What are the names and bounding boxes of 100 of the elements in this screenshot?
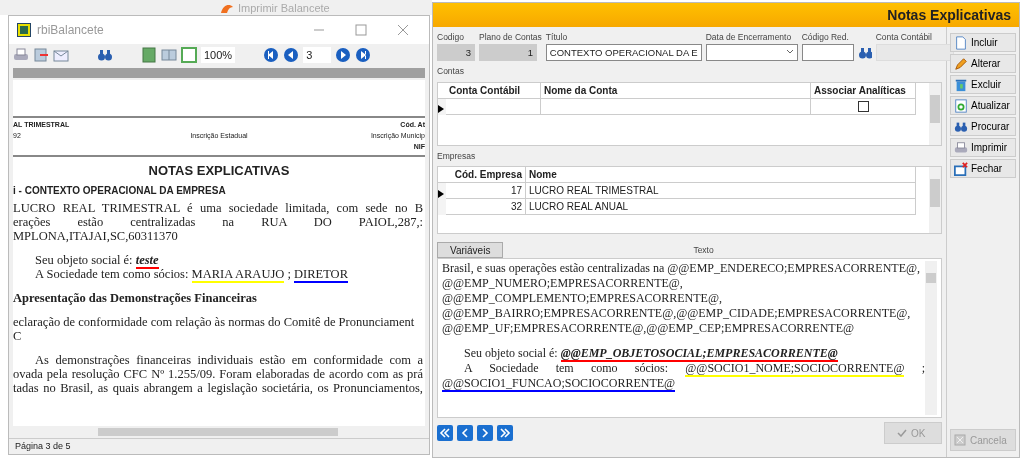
row-indicator[interactable] bbox=[438, 183, 446, 200]
toolbar-button[interactable]: Atualizar bbox=[950, 96, 1016, 115]
table-cell[interactable] bbox=[446, 98, 541, 115]
vertical-scrollbar[interactable] bbox=[925, 261, 937, 416]
report-text: LUCRO REAL TRIMESTRAL é uma sociedade limitada, com sede no B bbox=[13, 200, 423, 215]
column-header: Conta Contábil bbox=[446, 82, 541, 99]
input-field[interactable]: CONTEXTO OPERACIONAL DA E bbox=[545, 43, 702, 61]
window-title: Imprimir Balancete bbox=[238, 0, 330, 15]
toolbar-button[interactable]: Fechar bbox=[950, 159, 1016, 178]
table-cell: 17 bbox=[446, 183, 526, 200]
checkbox[interactable] bbox=[857, 100, 869, 112]
date-dropdown[interactable] bbox=[705, 43, 798, 61]
toolbar-button[interactable]: Alterar bbox=[950, 54, 1016, 73]
column-header: Cód. Empresa bbox=[446, 167, 526, 184]
underlined-text: MARIA ARAUJO bbox=[191, 266, 285, 283]
page-field[interactable]: 3 bbox=[303, 46, 332, 64]
field-label: Código Red. bbox=[801, 31, 850, 44]
toolbar-button[interactable]: Procurar bbox=[950, 117, 1016, 136]
input-field: 3 bbox=[437, 43, 475, 61]
report-text: tadas no Brasil, as quais abrangem a legislação societária, os Pronunciamentos, bbox=[13, 380, 423, 395]
toolbar-button[interactable]: Incluir bbox=[950, 33, 1016, 52]
underlined-text: @@SOCIO1_NOME;SOCIOCORRENTE@ bbox=[685, 361, 905, 378]
bin-icon bbox=[954, 77, 968, 92]
column-header: Nome da Conta bbox=[541, 82, 811, 99]
input-field[interactable] bbox=[801, 43, 854, 61]
report-text: erações estão centralizadas na RUA DO PAIOL,287,: bbox=[13, 214, 423, 229]
report-text: As demonstrações financeiras individuais estão em conformidade com a bbox=[34, 352, 423, 367]
refresh-icon bbox=[954, 98, 968, 113]
underlined-text: @@EMP_OBJETOSOCIAL;EMPRESACORRENTE@ bbox=[560, 346, 838, 363]
table-cell: LUCRO REAL ANUAL bbox=[526, 199, 916, 216]
close-window-icon bbox=[954, 161, 968, 176]
status-text: Página 3 de 5 bbox=[9, 438, 429, 454]
table-cell[interactable] bbox=[541, 98, 811, 115]
underlined-text: teste bbox=[135, 252, 159, 269]
report-heading: NOTAS EXPLICATIVAS bbox=[147, 162, 291, 180]
page-width-icon[interactable] bbox=[181, 47, 197, 63]
column-header: Associar Analíticas bbox=[811, 82, 916, 99]
search-icon[interactable] bbox=[857, 45, 872, 60]
toolbar-button[interactable]: Excluir bbox=[950, 75, 1016, 94]
checkmark-icon bbox=[897, 429, 907, 438]
field-label: Codigo bbox=[437, 31, 465, 44]
editor-text: @@EMP_UF;EMPRESACORRENTE@,@@EMP_CEP;EMPRESACORRENTE@ bbox=[442, 321, 856, 337]
app-icon bbox=[17, 23, 31, 37]
export-icon[interactable] bbox=[33, 47, 49, 63]
field-label: Data de Encerramento bbox=[705, 31, 793, 44]
section-label: Empresas bbox=[437, 149, 477, 163]
previous-record-button[interactable] bbox=[457, 425, 473, 442]
single-page-icon[interactable] bbox=[141, 47, 157, 63]
section-label: Texto bbox=[693, 243, 714, 257]
window-title: Notas Explicativas bbox=[433, 3, 1019, 27]
next-page-button[interactable] bbox=[335, 47, 352, 63]
input-field: 1 bbox=[479, 43, 537, 61]
text-editor[interactable] bbox=[437, 258, 942, 419]
underlined-text: @@SOCIO1_FUNCAO;SOCIOCORRENTE@ bbox=[442, 376, 676, 393]
next-record-button[interactable] bbox=[477, 425, 493, 442]
first-record-button[interactable] bbox=[437, 425, 453, 442]
field-label: Plano de Contas bbox=[479, 31, 542, 44]
first-page-button[interactable] bbox=[263, 47, 280, 63]
editor-text: Seu objeto social é: bbox=[464, 346, 559, 361]
vertical-scrollbar[interactable] bbox=[929, 82, 941, 145]
column-header: Nome bbox=[526, 167, 916, 184]
document-icon bbox=[954, 35, 968, 50]
pencil-icon bbox=[954, 56, 968, 71]
report-text: eclaração de conformidade com relação às normas do Comitê de Pronunciament bbox=[13, 314, 416, 329]
variables-button[interactable]: Variáveis bbox=[437, 242, 504, 259]
print-icon[interactable] bbox=[13, 47, 29, 63]
row-indicator[interactable] bbox=[438, 98, 446, 115]
report-text: C bbox=[13, 328, 22, 343]
last-page-button[interactable] bbox=[355, 47, 372, 63]
report-text: MPLONA,ITAJAI,SC,60311370 bbox=[13, 228, 179, 243]
editor-text: @@EMP_COMPLEMENTO;EMPRESACORRENTE@, bbox=[442, 291, 723, 307]
table-cell: LUCRO REAL TRIMESTRAL bbox=[526, 183, 916, 200]
vertical-scrollbar[interactable] bbox=[929, 167, 941, 234]
report-text: A Sociedade tem como sócios: bbox=[35, 266, 190, 281]
chevron-down-icon bbox=[785, 49, 794, 56]
two-pages-icon[interactable] bbox=[161, 47, 177, 63]
envelope-icon[interactable] bbox=[53, 47, 69, 63]
previous-page-button[interactable] bbox=[283, 47, 300, 63]
table-cell: 32 bbox=[446, 199, 526, 216]
editor-text: ; bbox=[920, 361, 925, 376]
report-text: ; bbox=[286, 266, 292, 281]
editor-text: Brasil, e suas operações estão centralizadas na @@EMP_ENDERECO;EMPRESACORRENTE@, bbox=[442, 261, 922, 277]
field-label: Conta Contábil bbox=[875, 31, 933, 44]
underlined-text: DIRETOR bbox=[294, 266, 348, 283]
toolbar-button[interactable]: Imprimir bbox=[950, 138, 1016, 157]
section-label: Contas bbox=[437, 64, 465, 78]
window-title: rbiBalancete bbox=[37, 22, 105, 39]
editor-text: @@EMP_NUMERO;EMPRESACORRENTE@, bbox=[442, 276, 684, 292]
zoom-field[interactable]: 100% bbox=[201, 46, 236, 64]
field-label: Título bbox=[545, 31, 569, 44]
editor-text: A Sociedade tem como sócios: bbox=[464, 361, 670, 376]
report-text: ovada pela resolução CFC Nº 1.255/09. Foram elaboradas de acordo com as prá bbox=[13, 366, 423, 381]
editor-text: @@EMP_BAIRRO;EMPRESACORRENTE@,@@EMP_CIDADE;EMPRESACORRENTE@, bbox=[442, 306, 912, 322]
table-cell[interactable] bbox=[811, 98, 916, 115]
report-text: Seu objeto social é: bbox=[35, 252, 134, 267]
search-icon[interactable] bbox=[97, 47, 113, 63]
section-title: i - CONTEXTO OPERACIONAL DA EMPRESA bbox=[13, 183, 227, 198]
printer-icon bbox=[954, 140, 968, 155]
last-record-button[interactable] bbox=[497, 425, 513, 442]
subheading: Apresentação das Demonstrações Financeiras bbox=[13, 290, 258, 305]
